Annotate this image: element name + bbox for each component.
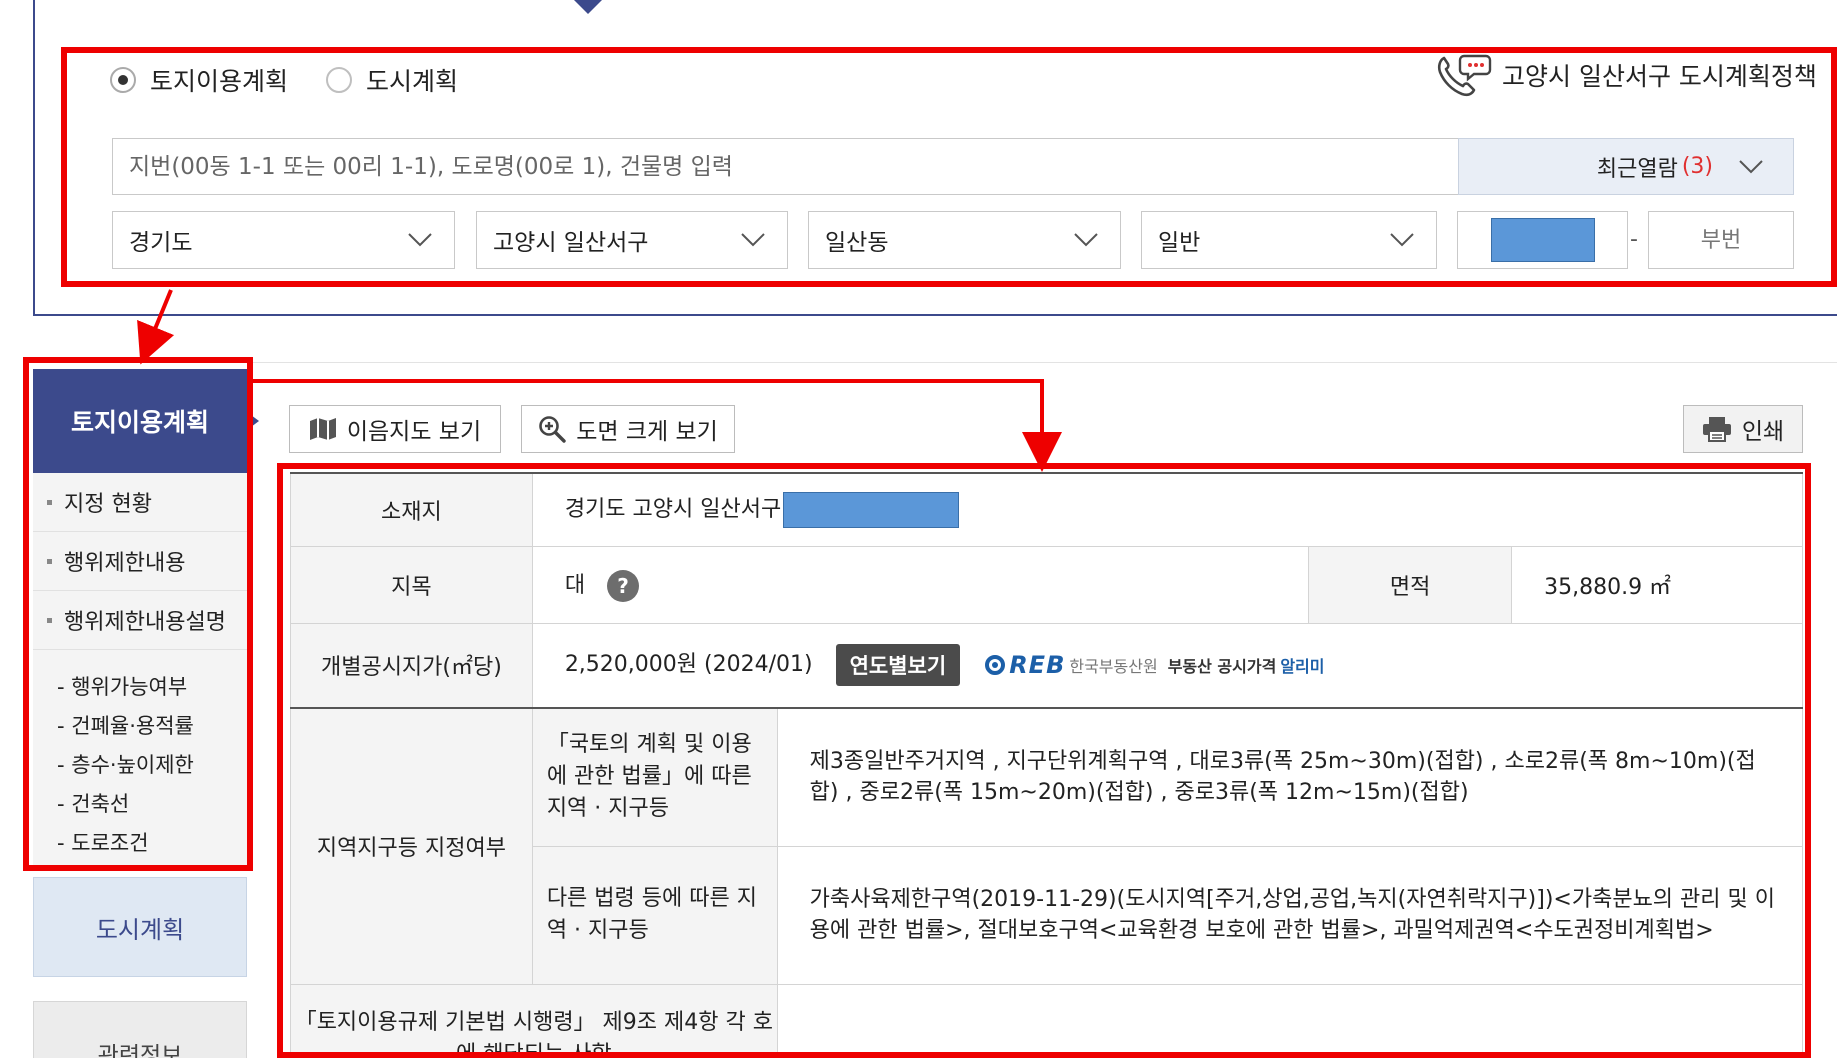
sub-lot-number-input[interactable] bbox=[1648, 211, 1794, 269]
recent-views-label: 최근열람 bbox=[1596, 156, 1678, 182]
jimok-label: 지목 bbox=[290, 545, 533, 624]
contact-department: 고양시 일산서구 도시계획정책 bbox=[1502, 62, 1817, 91]
reb-price-alert-link[interactable]: REB 한국부동산원 부동산 공시가격 알리미 bbox=[985, 651, 1324, 679]
print-label: 인쇄 bbox=[1741, 419, 1785, 445]
printer-icon bbox=[1702, 417, 1731, 442]
sidebar-item-restriction-explanation[interactable]: 행위제한내용설명 bbox=[33, 591, 247, 650]
sidebar-item-label: 행위제한내용 bbox=[64, 551, 186, 576]
dong-select-value: 일산동 bbox=[825, 230, 889, 256]
sidebar-item-label: 지정 현황 bbox=[64, 492, 152, 517]
lot-number-separator: - bbox=[1630, 227, 1638, 252]
location-cell: 경기도 고양시 일산서구 bbox=[531, 472, 1804, 547]
sidebar-header-land-use-plan[interactable]: 토지이용계획 bbox=[33, 369, 259, 473]
land-type-select[interactable]: 일반 bbox=[1141, 211, 1437, 269]
sidebar-submenu: - 행위가능여부 - 건폐율·용적률 - 층수·높이제한 - 건축선 - 도로조… bbox=[33, 650, 247, 869]
sido-select[interactable]: 경기도 bbox=[112, 211, 455, 269]
sidebar-subitem-height-limit[interactable]: - 층수·높이제한 bbox=[57, 744, 247, 783]
zoom-in-icon bbox=[539, 416, 566, 443]
sido-select-value: 경기도 bbox=[129, 230, 193, 256]
sidebar-item-restrictions[interactable]: 행위제한내용 bbox=[33, 532, 247, 591]
chevron-down-icon bbox=[741, 233, 765, 247]
address-search-input[interactable] bbox=[112, 138, 1458, 195]
help-icon[interactable]: ? bbox=[607, 570, 640, 602]
radio-land-use-plan-label: 토지이용계획 bbox=[150, 67, 289, 96]
sidebar-item-label: 행위제한내용설명 bbox=[64, 610, 226, 635]
bullet-icon bbox=[47, 499, 52, 505]
open-map-label: 이음지도 보기 bbox=[346, 419, 482, 445]
land-planning-law-value: 제3종일반주거지역 , 지구단위계획구역 , 대로3류(폭 25m~30m)(접… bbox=[776, 707, 1804, 847]
map-icon bbox=[309, 418, 336, 440]
phone-chat-icon bbox=[1437, 54, 1492, 97]
sidebar-subitem-permitted-acts[interactable]: - 행위가능여부 bbox=[57, 666, 247, 705]
sigungu-select-value: 고양시 일산서구 bbox=[493, 230, 649, 256]
other-laws-label: 다른 법령 등에 따른 지역 · 지구등 bbox=[531, 845, 778, 985]
location-value: 경기도 고양시 일산서구 bbox=[564, 497, 782, 523]
sigungu-select[interactable]: 고양시 일산서구 bbox=[476, 211, 788, 269]
table-row: 「토지이용규제 기본법 시행령」 제9조 제4항 각 호에 해당되는 사항 bbox=[290, 983, 1804, 1058]
chevron-down-icon bbox=[408, 233, 432, 247]
table-row: 지역지구등 지정여부 「국토의 계획 및 이용에 관한 법률」에 따른 지역 ·… bbox=[290, 707, 1804, 985]
bullet-icon bbox=[47, 558, 52, 564]
sidebar: 토지이용계획 지정 현황 행위제한내용 행위제한내용설명 - 행위가능여부 - … bbox=[33, 369, 259, 1058]
plan-type-radio-group: 토지이용계획 도시계획 bbox=[110, 62, 496, 98]
view-by-year-button[interactable]: 연도별보기 bbox=[835, 644, 961, 687]
jimok-cell: 대? bbox=[531, 545, 1310, 624]
sidebar-related-info[interactable]: 관련정보 bbox=[33, 1001, 247, 1058]
print-button[interactable]: 인쇄 bbox=[1683, 405, 1803, 453]
sidebar-menu: 지정 현황 행위제한내용 행위제한내용설명 - 행위가능여부 - 건폐율·용적률… bbox=[33, 473, 247, 869]
sidebar-subitem-building-line[interactable]: - 건축선 bbox=[57, 783, 247, 822]
reb-service-name: 부동산 공시가격 bbox=[1167, 657, 1277, 677]
table-row: 지목 대? 면적 35,880.9 ㎡ bbox=[290, 545, 1803, 624]
reb-org-name: 한국부동산원 bbox=[1069, 657, 1158, 677]
other-laws-value: 가축사육제한구역(2019-11-29)(도시지역[주거,상업,공업,녹지(자연… bbox=[776, 845, 1804, 985]
enforcement-decree-label: 「토지이용규제 기본법 시행령」 제9조 제4항 각 호에 해당되는 사항 bbox=[290, 983, 778, 1058]
enforcement-decree-value bbox=[776, 983, 1804, 1058]
chevron-down-icon bbox=[1739, 159, 1763, 173]
location-label: 소재지 bbox=[290, 472, 533, 547]
land-planning-law-label: 「국토의 계획 및 이용에 관한 법률」에 따른 지역 · 지구등 bbox=[531, 707, 778, 847]
open-map-button[interactable]: 이음지도 보기 bbox=[289, 405, 501, 453]
area-value: 35,880.9 ㎡ bbox=[1511, 545, 1803, 624]
reb-logo-icon bbox=[985, 655, 1006, 676]
land-price-cell: 2,520,000원 (2024/01) 연도별보기 REB 한국부동산원 부동… bbox=[531, 622, 1804, 709]
radio-land-use-plan[interactable]: 토지이용계획 bbox=[110, 62, 288, 98]
section-divider bbox=[33, 362, 1837, 363]
radio-selected-indicator bbox=[110, 67, 136, 93]
radio-city-plan[interactable]: 도시계획 bbox=[326, 62, 458, 98]
area-label: 면적 bbox=[1308, 545, 1513, 624]
main-lot-number-input[interactable] bbox=[1457, 211, 1628, 269]
zoom-drawing-button[interactable]: 도면 크게 보기 bbox=[521, 405, 735, 453]
land-price-label: 개별공시지가(㎡당) bbox=[290, 622, 533, 709]
redacted-lot-number bbox=[1490, 218, 1595, 262]
zoom-drawing-label: 도면 크게 보기 bbox=[576, 419, 718, 445]
reb-service-suffix: 알리미 bbox=[1280, 657, 1325, 677]
table-row: 소재지 경기도 고양시 일산서구 bbox=[290, 472, 1804, 547]
land-info-table: 소재지 경기도 고양시 일산서구 지목 대? 면적 35,880.9 ㎡ 개별공… bbox=[290, 472, 1804, 1058]
jimok-value: 대 bbox=[564, 573, 586, 598]
chevron-down-icon bbox=[1074, 233, 1098, 247]
sidebar-item-designation-status[interactable]: 지정 현황 bbox=[33, 473, 247, 532]
reb-logo-text: REB bbox=[1009, 651, 1066, 680]
section-indicator-notch bbox=[574, 0, 602, 14]
table-row: 개별공시지가(㎡당) 2,520,000원 (2024/01) 연도별보기 RE… bbox=[290, 622, 1804, 709]
sidebar-city-plan[interactable]: 도시계획 bbox=[33, 877, 247, 977]
redacted-address bbox=[783, 492, 960, 529]
recent-views-button[interactable]: 최근열람 (3) bbox=[1458, 138, 1794, 195]
dong-select[interactable]: 일산동 bbox=[808, 211, 1121, 269]
land-price-value: 2,520,000원 (2024/01) bbox=[564, 652, 813, 678]
zone-designation-label: 지역지구등 지정여부 bbox=[290, 707, 533, 985]
radio-unselected-indicator bbox=[326, 67, 353, 93]
sidebar-subitem-coverage-ratio[interactable]: - 건폐율·용적률 bbox=[57, 705, 247, 744]
sidebar-subitem-road-conditions[interactable]: - 도로조건 bbox=[57, 822, 247, 861]
contact-info[interactable]: 고양시 일산서구 도시계획정책 bbox=[1434, 52, 1817, 98]
recent-views-count: (3) bbox=[1681, 154, 1713, 179]
radio-city-plan-label: 도시계획 bbox=[366, 67, 459, 96]
chevron-down-icon bbox=[1390, 233, 1414, 247]
land-type-select-value: 일반 bbox=[1158, 230, 1201, 256]
bullet-icon bbox=[47, 617, 52, 623]
